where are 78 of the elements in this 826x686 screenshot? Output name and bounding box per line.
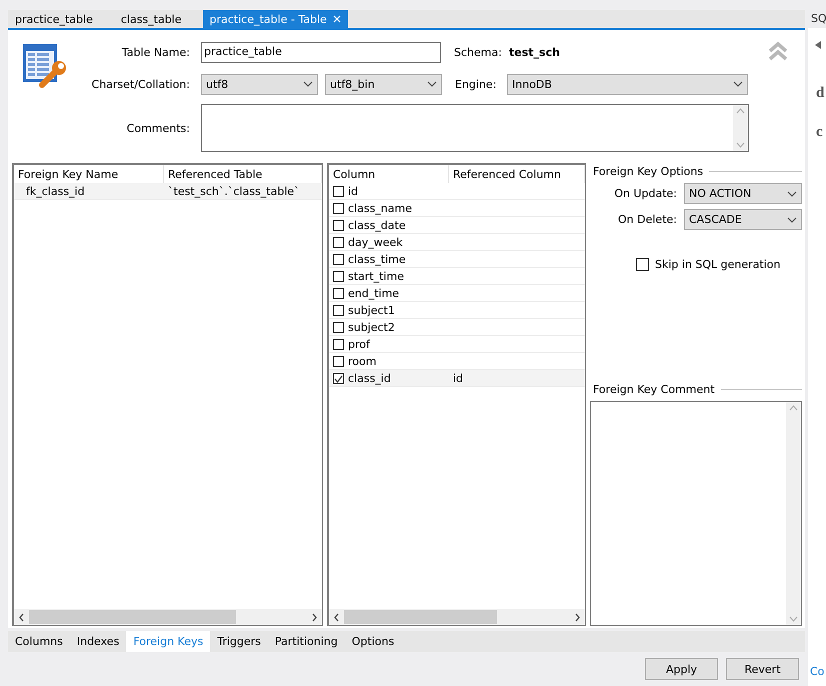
caret-icon bbox=[303, 81, 313, 87]
scroll-right-icon[interactable] bbox=[311, 612, 318, 622]
checkbox-label: Skip in SQL generation bbox=[655, 258, 781, 271]
table-cell[interactable]: fk_class_id bbox=[14, 183, 164, 199]
side-tab[interactable]: SQ bbox=[808, 10, 826, 28]
table-name-field[interactable]: practice_table bbox=[201, 42, 441, 63]
caret-icon bbox=[787, 190, 797, 196]
field-label: Charset/Collation: bbox=[90, 78, 190, 90]
table-cell[interactable]: id bbox=[329, 183, 449, 199]
table-cell[interactable]: subject2 bbox=[329, 319, 449, 335]
table-cell[interactable]: start_time bbox=[329, 268, 449, 284]
checkbox[interactable] bbox=[636, 258, 649, 271]
field-label: Engine: bbox=[455, 78, 498, 90]
document-tab[interactable]: practice_table bbox=[8, 10, 100, 28]
caret-icon bbox=[787, 216, 797, 222]
caret-icon bbox=[427, 81, 437, 87]
checkbox[interactable] bbox=[333, 203, 344, 214]
table-cell[interactable]: subject1 bbox=[329, 302, 449, 318]
horizontal-scrollbar[interactable] bbox=[329, 609, 585, 625]
caret-icon bbox=[733, 81, 743, 87]
checkbox[interactable] bbox=[333, 271, 344, 282]
table-cell[interactable]: room bbox=[329, 353, 449, 369]
side-text: c bbox=[815, 124, 824, 141]
checkbox[interactable] bbox=[333, 356, 344, 367]
table-cell[interactable]: prof bbox=[329, 336, 449, 352]
action-button[interactable]: Revert bbox=[726, 658, 799, 680]
scroll-right-icon[interactable] bbox=[574, 612, 581, 622]
table-cell[interactable]: class_id bbox=[329, 370, 449, 386]
charset-dropdown[interactable]: utf8 bbox=[201, 74, 318, 94]
comments-field[interactable] bbox=[201, 104, 749, 152]
checkbox[interactable] bbox=[333, 339, 344, 350]
side-link[interactable]: Co bbox=[808, 665, 826, 678]
table-cell[interactable]: class_date bbox=[329, 217, 449, 233]
field-label: Schema: bbox=[454, 46, 502, 59]
editor-tab[interactable]: Partitioning bbox=[268, 631, 345, 652]
table-settings-icon bbox=[22, 41, 68, 89]
field-label: On Update: bbox=[614, 187, 677, 200]
document-tab[interactable]: class_table bbox=[114, 10, 189, 28]
checkbox[interactable] bbox=[333, 305, 344, 316]
on-delete-dropdown[interactable]: CASCADE bbox=[684, 209, 802, 230]
group-title: Foreign Key Comment bbox=[593, 383, 715, 396]
on-update-dropdown[interactable]: NO ACTION bbox=[684, 183, 802, 204]
checkbox[interactable] bbox=[333, 237, 344, 248]
checkbox[interactable] bbox=[333, 288, 344, 299]
scroll-left-icon[interactable] bbox=[333, 612, 340, 622]
editor-tab[interactable]: Foreign Keys bbox=[126, 631, 210, 652]
editor-tab[interactable]: Triggers bbox=[210, 631, 268, 652]
checkbox[interactable] bbox=[333, 186, 344, 197]
document-tab[interactable]: practice_table - Table bbox=[202, 10, 348, 28]
action-button[interactable]: Apply bbox=[645, 658, 718, 680]
engine-dropdown[interactable]: InnoDB bbox=[507, 74, 748, 94]
collation-dropdown[interactable]: utf8_bin bbox=[325, 74, 442, 94]
checkbox[interactable] bbox=[333, 322, 344, 333]
checkbox[interactable] bbox=[333, 254, 344, 265]
table-cell[interactable]: day_week bbox=[329, 234, 449, 250]
group-title: Foreign Key Options bbox=[593, 165, 704, 178]
field-label: Table Name: bbox=[120, 46, 190, 59]
checkbox[interactable] bbox=[333, 220, 344, 231]
field-label: Comments: bbox=[126, 122, 190, 134]
checkbox[interactable] bbox=[333, 373, 344, 384]
horizontal-scrollbar[interactable] bbox=[14, 609, 322, 625]
table-cell[interactable]: class_name bbox=[329, 200, 449, 216]
comment-field[interactable] bbox=[590, 401, 802, 626]
close-icon[interactable] bbox=[332, 15, 341, 23]
editor-tab[interactable]: Columns bbox=[8, 631, 70, 652]
table-cell[interactable]: `test_sch`.`class_table` bbox=[164, 183, 322, 199]
field-label: On Delete: bbox=[618, 213, 677, 226]
side-text: d bbox=[815, 85, 826, 102]
schema-name: test_sch bbox=[509, 46, 560, 59]
column-header[interactable]: Column bbox=[329, 165, 449, 183]
table-cell[interactable]: class_time bbox=[329, 251, 449, 267]
table-cell[interactable]: end_time bbox=[329, 285, 449, 301]
back-icon[interactable] bbox=[813, 40, 823, 50]
editor-tab[interactable]: Options bbox=[344, 631, 402, 652]
editor-tab[interactable]: Indexes bbox=[70, 631, 126, 652]
table-cell[interactable]: id bbox=[449, 370, 585, 386]
column-header[interactable]: Referenced Column bbox=[449, 165, 585, 183]
scroll-left-icon[interactable] bbox=[18, 612, 25, 622]
